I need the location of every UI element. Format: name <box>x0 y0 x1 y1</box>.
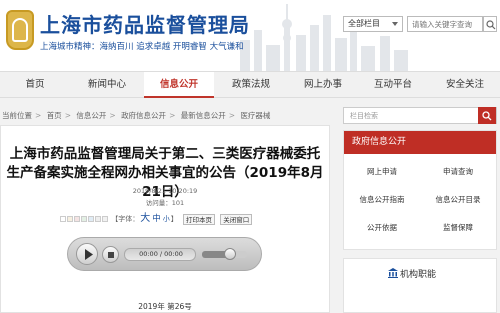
article-date: 2019/8/21 10:20:19 <box>132 187 198 195</box>
font-large-option[interactable]: 大 <box>140 213 150 224</box>
city-slogan: 上海城市精神：海纳百川 追求卓越 开明睿智 大气谦和 <box>40 42 244 52</box>
building-icon <box>388 268 398 278</box>
article-views: 访问量：101 <box>145 199 185 207</box>
breadcrumb-separator: > <box>228 111 236 120</box>
breadcrumb-label: 当前位置 <box>2 111 32 120</box>
breadcrumb: 当前位置 > 首页 > 信息公开 > 政府信息公开 > 最新信息公开 > 医疗器械 <box>2 110 270 121</box>
search-scope-select[interactable]: 全部栏目 <box>343 16 403 32</box>
breadcrumb-separator: > <box>64 111 71 120</box>
dropdown-arrow-icon <box>392 22 398 26</box>
font-size-label: 【字体： <box>111 215 140 223</box>
breadcrumb-info[interactable]: 信息公开 <box>76 111 106 120</box>
search-scope-value: 全部栏目 <box>348 19 380 28</box>
sidebar-search-placeholder: 栏目检索 <box>350 112 378 120</box>
search-icon <box>482 111 492 121</box>
nav-interaction[interactable]: 互动平台 <box>358 72 428 98</box>
breadcrumb-devices[interactable]: 医疗器械 <box>240 111 270 120</box>
bg-color-swatch[interactable] <box>81 216 87 222</box>
logo[interactable] <box>6 10 34 50</box>
sidebar-search-button[interactable] <box>478 107 496 124</box>
play-icon <box>85 249 93 260</box>
stop-button[interactable] <box>102 246 119 263</box>
nav-policies[interactable]: 政策法规 <box>216 72 286 98</box>
breadcrumb-separator: > <box>109 111 116 120</box>
bg-color-swatch[interactable] <box>102 216 108 222</box>
breadcrumb-separator: > <box>169 111 176 120</box>
link-application-query[interactable]: 申请查询 <box>420 160 496 184</box>
link-disclosure-basis[interactable]: 公开依据 <box>344 216 420 240</box>
document-number: 2019年 第26号 <box>138 302 192 311</box>
breadcrumb-home[interactable]: 首页 <box>47 111 62 120</box>
site-title[interactable]: 上海市药品监督管理局 <box>40 9 250 38</box>
volume-slider[interactable] <box>202 248 247 260</box>
stop-icon <box>108 252 114 258</box>
link-online-application[interactable]: 网上申请 <box>344 160 420 184</box>
print-button[interactable]: 打印本页 <box>182 213 215 225</box>
site-header: 上海市药品监督管理局 上海城市精神：海纳百川 追求卓越 开明睿智 大气谦和 全部… <box>0 0 500 71</box>
city-skyline-illustration <box>240 4 408 71</box>
nav-home[interactable]: 首页 <box>0 72 70 98</box>
search-button[interactable] <box>483 16 497 32</box>
org-functions-panel[interactable]: 机构职能 <box>343 258 497 313</box>
breadcrumb-latest[interactable]: 最新信息公开 <box>181 111 226 120</box>
close-window-button[interactable]: 关闭窗口 <box>220 213 253 225</box>
font-small-option[interactable]: 小 <box>163 215 170 223</box>
search-icon <box>486 20 496 30</box>
bg-color-swatch[interactable] <box>95 216 101 222</box>
play-button[interactable] <box>76 243 98 265</box>
font-size-label-end: 】 <box>170 215 178 223</box>
nav-safety[interactable]: 安全关注 <box>430 72 500 98</box>
nav-online-services[interactable]: 网上办事 <box>288 72 358 98</box>
org-functions-title: 机构职能 <box>400 270 437 280</box>
bg-color-swatch[interactable] <box>67 216 73 222</box>
bg-color-swatch[interactable] <box>74 216 80 222</box>
gov-info-panel: 政府信息公开 网上申请 申请查询 信息公开指南 信息公开目录 公开依据 监督保障 <box>343 130 497 250</box>
search-input[interactable] <box>407 16 483 32</box>
bg-color-swatch[interactable] <box>88 216 94 222</box>
bg-color-swatch[interactable] <box>60 216 66 222</box>
nav-news-center[interactable]: 新闻中心 <box>72 72 142 98</box>
link-supervision[interactable]: 监督保障 <box>420 216 496 240</box>
link-disclosure-catalog[interactable]: 信息公开目录 <box>420 188 496 212</box>
nav-info-disclosure[interactable]: 信息公开 <box>144 72 214 98</box>
sidebar-search[interactable]: 栏目检索 <box>343 107 497 124</box>
link-disclosure-guide[interactable]: 信息公开指南 <box>344 188 420 212</box>
gov-info-panel-title[interactable]: 政府信息公开 <box>344 131 496 154</box>
font-medium-option[interactable]: 中 <box>152 214 161 224</box>
audio-progress[interactable]: 00:00 / 00:00 <box>124 248 196 261</box>
main-nav: 首页 新闻中心 信息公开 政策法规 网上办事 互动平台 安全关注 <box>0 71 500 98</box>
breadcrumb-separator: > <box>35 111 42 120</box>
audio-player: 00:00 / 00:00 <box>67 237 262 271</box>
article-toolbar: 【字体：大中小】 打印本页 关闭窗口 <box>60 209 253 225</box>
volume-knob[interactable] <box>224 248 236 260</box>
audio-time: 00:00 / 00:00 <box>139 250 183 258</box>
breadcrumb-gov-info[interactable]: 政府信息公开 <box>121 111 166 120</box>
